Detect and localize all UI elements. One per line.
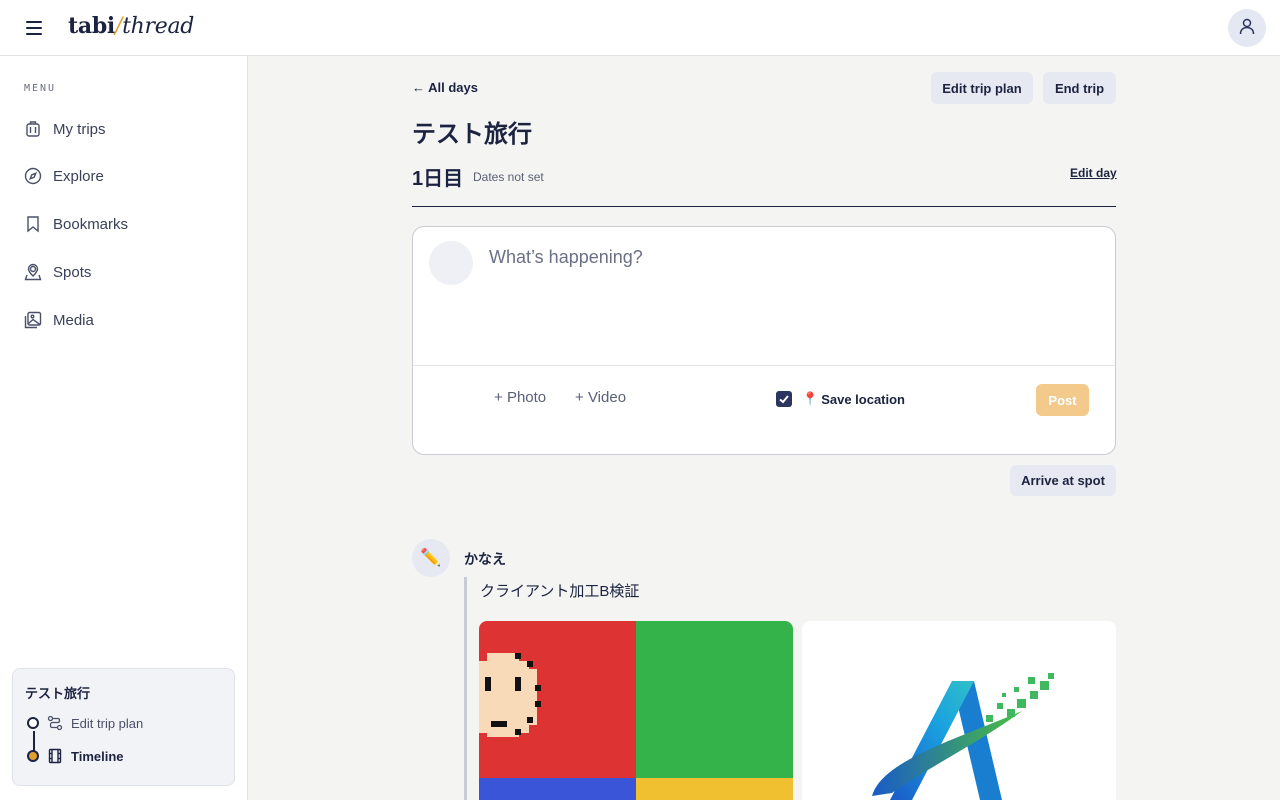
route-icon: [47, 715, 63, 731]
edit-trip-plan-button[interactable]: Edit trip plan: [931, 72, 1033, 104]
sidebar-item-label: My trips: [53, 120, 106, 138]
plus-icon: +: [494, 389, 503, 406]
image-icon: [24, 311, 42, 329]
thread-line: [464, 577, 467, 800]
sidebar: MENU My trips Explore Bookmarks Spots Me…: [0, 56, 248, 800]
pencil-icon: ✏️: [420, 548, 442, 567]
all-days-link[interactable]: ← All days: [412, 80, 478, 95]
post-text-input[interactable]: [489, 247, 1089, 347]
arrow-left-icon: ←: [412, 80, 425, 95]
brand-part1: tabi: [68, 13, 115, 39]
menu-heading: MENU: [24, 83, 57, 94]
arrive-at-spot-button[interactable]: Arrive at spot: [1010, 465, 1116, 496]
brand-part2: thread: [122, 14, 195, 39]
sidebar-item-label: Spots: [53, 263, 92, 281]
account-button[interactable]: [1228, 9, 1266, 47]
post-author-name[interactable]: かなえ: [464, 549, 506, 569]
save-location-checkbox[interactable]: [776, 391, 792, 407]
post-button[interactable]: Post: [1036, 384, 1089, 416]
add-video-button[interactable]: + Video: [575, 389, 626, 406]
sidebar-item-my-trips[interactable]: My trips: [16, 111, 232, 147]
compass-icon: [24, 167, 42, 185]
user-icon: [1238, 17, 1256, 40]
sidebar-item-label: Media: [53, 311, 94, 329]
trip-step-timeline[interactable]: Timeline: [47, 748, 124, 764]
sidebar-item-label: Explore: [53, 167, 104, 185]
dates-status: Dates not set: [473, 170, 544, 184]
location-pin-icon: 📍: [802, 391, 819, 406]
edit-day-link[interactable]: Edit day: [1070, 166, 1117, 180]
composer-divider: [413, 365, 1115, 366]
end-trip-button[interactable]: End trip: [1043, 72, 1116, 104]
hamburger-icon[interactable]: [20, 16, 48, 40]
composer-avatar: [429, 241, 473, 285]
bookmark-icon: [24, 215, 42, 233]
sidebar-item-bookmarks[interactable]: Bookmarks: [16, 206, 232, 242]
luggage-icon: [24, 120, 42, 138]
post-composer: + Photo + Video 📍 Save location Post: [412, 226, 1116, 455]
map-pin-icon: [24, 263, 42, 281]
add-photo-button[interactable]: + Photo: [494, 389, 546, 406]
post-image-logo[interactable]: [802, 621, 1116, 800]
plus-icon: +: [575, 389, 584, 406]
save-location-label: Save location: [821, 391, 905, 407]
day-divider: [412, 206, 1116, 207]
film-icon: [47, 748, 63, 764]
brand-logo[interactable]: tabi/thread: [68, 13, 194, 39]
day-label: 1日目: [412, 168, 464, 190]
trip-step-edit-plan[interactable]: Edit trip plan: [47, 715, 143, 731]
step-dot: [27, 717, 39, 729]
top-bar: tabi/thread: [0, 0, 1280, 56]
trip-card-title: テスト旅行: [25, 686, 91, 701]
page-title: テスト旅行: [412, 121, 532, 148]
save-location-toggle[interactable]: 📍 Save location: [776, 391, 905, 407]
post-author-avatar: ✏️: [412, 539, 450, 577]
add-video-label: Video: [587, 389, 627, 406]
sidebar-item-explore[interactable]: Explore: [16, 158, 232, 194]
sidebar-item-spots[interactable]: Spots: [16, 254, 232, 290]
sidebar-item-label: Bookmarks: [53, 215, 129, 233]
step-dot-active: [27, 750, 39, 762]
sidebar-item-media[interactable]: Media: [16, 302, 232, 338]
all-days-label: All days: [428, 80, 478, 95]
post-text: クライアント加工B検証: [480, 583, 640, 600]
current-trip-card: テスト旅行 Edit trip plan Timeline: [12, 668, 235, 786]
trip-step-label: Timeline: [71, 748, 124, 764]
add-photo-label: Photo: [506, 389, 547, 406]
trip-step-label: Edit trip plan: [71, 715, 144, 731]
post-image-pixel-art[interactable]: [479, 621, 793, 800]
